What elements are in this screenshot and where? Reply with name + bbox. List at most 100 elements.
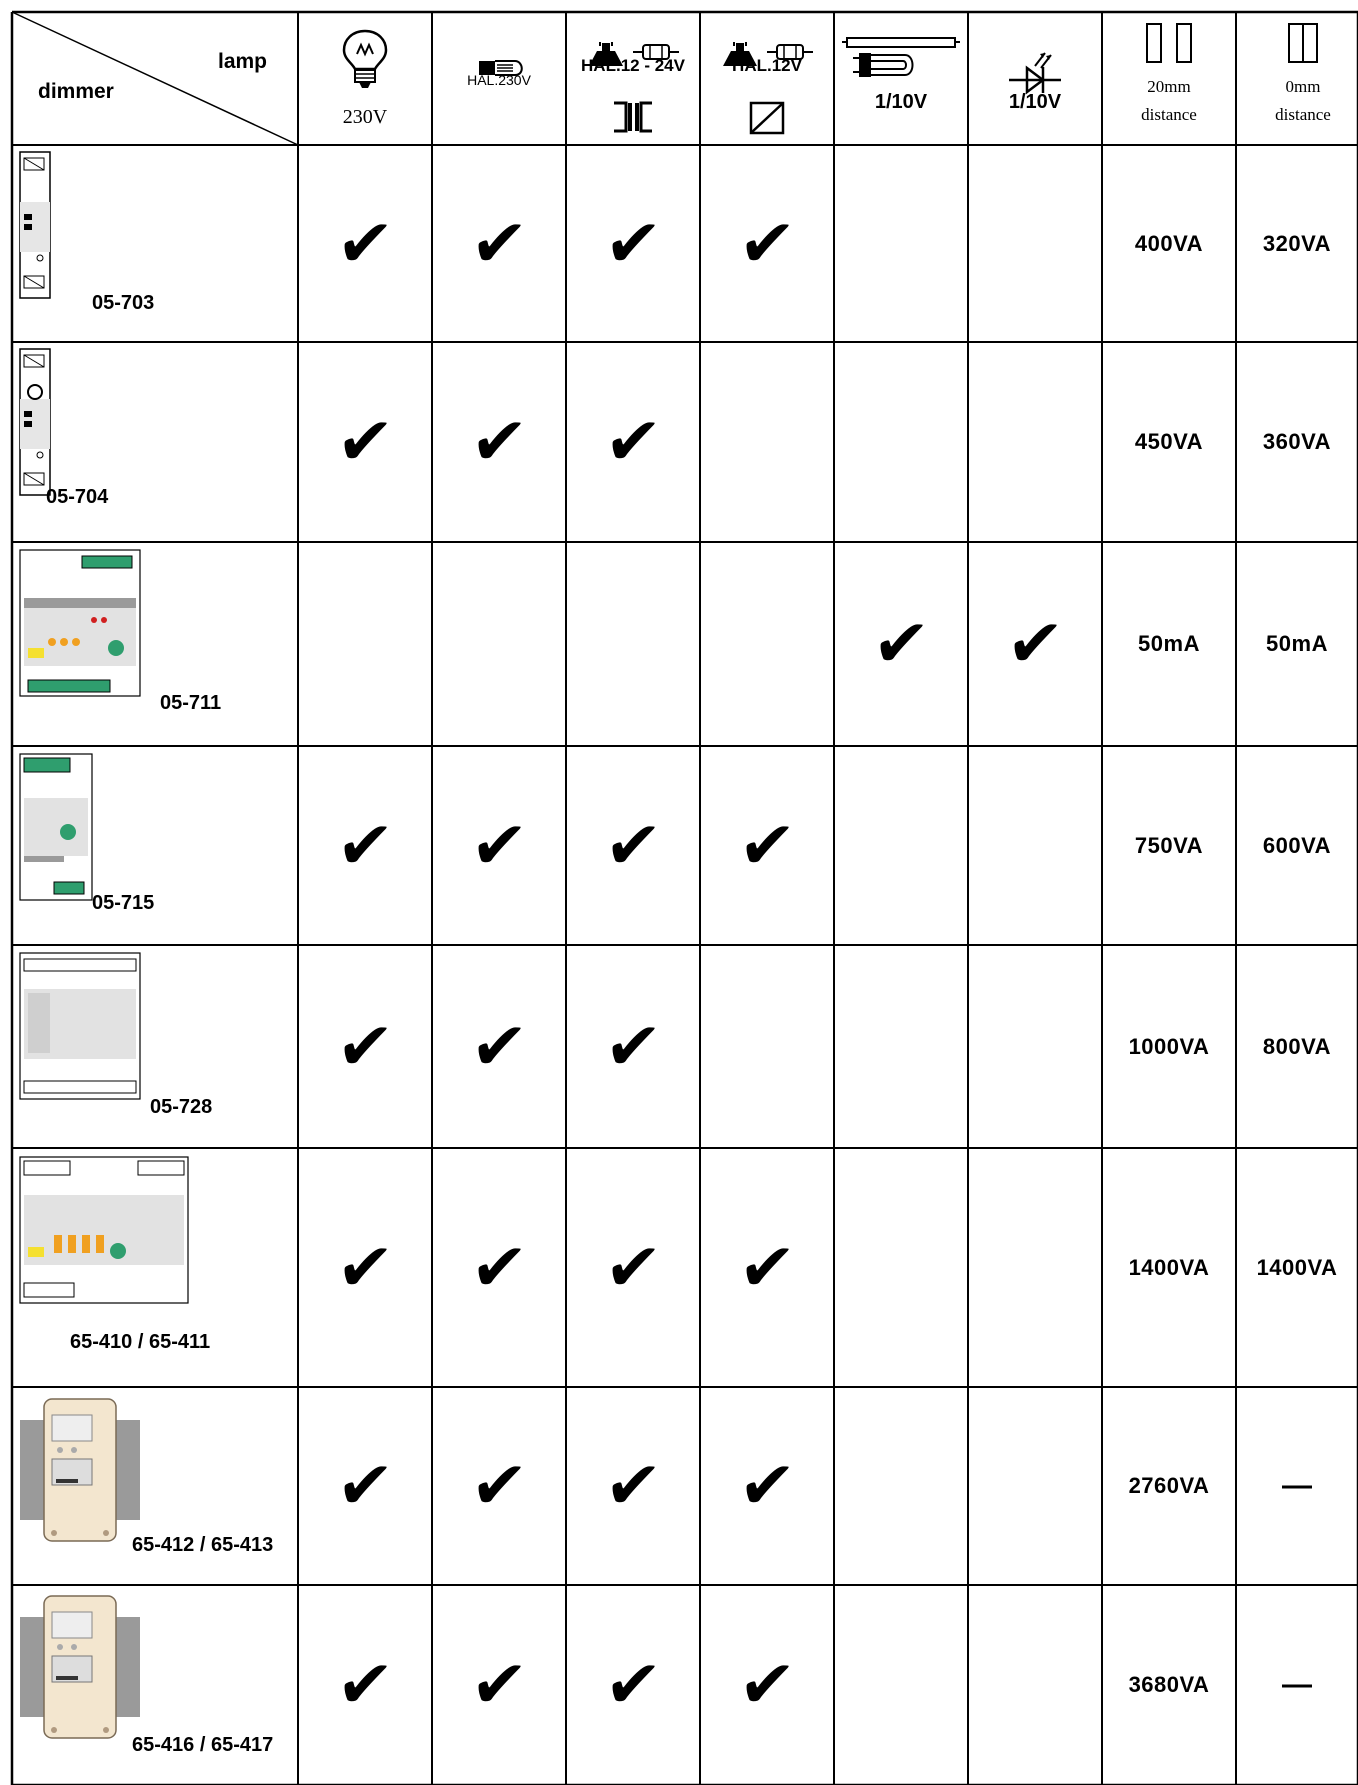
- check-mark-icon: ✔: [601, 1007, 665, 1085]
- model-number-label: 05-703: [92, 292, 155, 314]
- column-header-dist-0-line2: distance: [1275, 104, 1331, 124]
- compat-cell-incandescent: ✔: [298, 1148, 432, 1387]
- check-mark-icon: ✔: [467, 1646, 531, 1723]
- power-dimmer-heatsink-icon: [18, 1592, 142, 1747]
- compat-cell-halogen-12: ✔: [700, 1387, 834, 1585]
- check-mark-icon: ✔: [333, 1646, 397, 1723]
- check-mark-icon: ✔: [333, 204, 397, 282]
- compat-cell-halogen-12: ✔: [700, 746, 834, 945]
- check-mark-icon: ✔: [735, 1447, 799, 1524]
- compat-cell-fluorescent: [834, 145, 968, 342]
- check-mark-icon: ✔: [735, 204, 799, 282]
- rating-0mm: 320VA: [1236, 145, 1358, 342]
- rating-20mm: 50mA: [1102, 542, 1236, 746]
- electronic-transformer-icon: [748, 100, 786, 141]
- compat-cell-halogen-12-24: ✔: [566, 1387, 700, 1585]
- rating-value: —: [1282, 1469, 1312, 1502]
- column-header-dist-20-line1: 20mm: [1147, 76, 1191, 96]
- rating-20mm: 1000VA: [1102, 945, 1236, 1148]
- rating-value: 1400VA: [1256, 1254, 1338, 1280]
- model-number-label: 65-410 / 65-411: [70, 1331, 211, 1353]
- corner-diagonal: [11, 11, 299, 146]
- corner-lamp-label: lamp: [218, 50, 268, 73]
- check-mark-icon: ✔: [333, 1447, 397, 1524]
- rating-20mm: 750VA: [1102, 746, 1236, 945]
- compat-cell-led: [968, 342, 1102, 542]
- column-header-halogen-230-line1: HAL.230V: [467, 71, 531, 88]
- universal-dimmer-module-icon: [18, 752, 94, 907]
- rating-20mm: 3680VA: [1102, 1585, 1236, 1785]
- compat-cell-halogen-230: ✔: [432, 746, 566, 945]
- column-header-dist-20-line2: distance: [1141, 104, 1197, 124]
- dimmer-module-rotary-icon: [18, 347, 52, 502]
- check-mark-icon: ✔: [333, 1007, 397, 1085]
- check-mark-icon: ✔: [467, 806, 531, 884]
- dimmer-module-icon: [18, 150, 52, 305]
- check-mark-icon: ✔: [467, 204, 531, 282]
- column-header-halogen-12-24-line1: HAL.12 - 24V: [581, 55, 685, 75]
- compat-cell-halogen-12: ✔: [700, 145, 834, 342]
- check-mark-icon: ✔: [467, 1447, 531, 1524]
- rating-20mm: 450VA: [1102, 342, 1236, 542]
- compat-cell-incandescent: ✔: [298, 945, 432, 1148]
- check-mark-icon: ✔: [601, 1228, 665, 1306]
- rating-value: 600VA: [1262, 832, 1332, 858]
- compat-cell-halogen-230: ✔: [432, 1148, 566, 1387]
- rating-value: 1400VA: [1128, 1254, 1210, 1280]
- two-modules-adjacent-icon: [1283, 22, 1323, 69]
- compat-cell-incandescent: ✔: [298, 1585, 432, 1785]
- compat-cell-halogen-12: [700, 945, 834, 1148]
- compat-cell-incandescent: ✔: [298, 746, 432, 945]
- compat-cell-halogen-12: [700, 342, 834, 542]
- check-mark-icon: ✔: [735, 806, 799, 884]
- rating-20mm: 400VA: [1102, 145, 1236, 342]
- compat-cell-halogen-12-24: ✔: [566, 746, 700, 945]
- column-header-fluorescent-line1: 1/10V: [874, 91, 928, 113]
- compat-cell-incandescent: ✔: [298, 145, 432, 342]
- compat-cell-led: [968, 1148, 1102, 1387]
- column-header-halogen-12-line1: HAL.12V: [732, 55, 802, 75]
- compatibility-table: lamp dimmer 230V HAL.230V HAL.12 - 24V HAL.12…: [0, 0, 1358, 1785]
- compat-cell-led: [968, 1387, 1102, 1585]
- compat-cell-halogen-12-24: ✔: [566, 342, 700, 542]
- compat-cell-fluorescent: [834, 342, 968, 542]
- check-mark-icon: ✔: [601, 1646, 665, 1723]
- model-number-label: 65-416 / 65-417: [132, 1734, 274, 1756]
- check-mark-icon: ✔: [1003, 605, 1067, 682]
- check-mark-icon: ✔: [601, 1447, 665, 1524]
- compat-cell-halogen-230: ✔: [432, 342, 566, 542]
- column-header-led-line1: 1/10V: [1008, 91, 1062, 113]
- corner-dimmer-label: dimmer: [38, 80, 114, 103]
- check-mark-icon: ✔: [333, 1228, 397, 1306]
- model-number-label: 65-412 / 65-413: [132, 1534, 274, 1556]
- compat-cell-halogen-230: [432, 542, 566, 746]
- compat-cell-halogen-12: ✔: [700, 1148, 834, 1387]
- two-modules-spaced-icon: [1139, 22, 1199, 69]
- rating-value: —: [1282, 1668, 1312, 1701]
- dimmer-controller-1-10v-icon: [18, 548, 142, 703]
- check-mark-icon: ✔: [601, 806, 665, 884]
- check-mark-icon: ✔: [467, 403, 531, 480]
- check-mark-icon: ✔: [601, 403, 665, 480]
- compat-cell-led: [968, 945, 1102, 1148]
- compat-cell-halogen-12: ✔: [700, 1585, 834, 1785]
- rating-value: 1000VA: [1128, 1033, 1210, 1059]
- compat-cell-halogen-12-24: ✔: [566, 1585, 700, 1785]
- rating-value: 400VA: [1134, 230, 1204, 256]
- compat-cell-incandescent: [298, 542, 432, 746]
- model-number-label: 05-728: [150, 1096, 213, 1118]
- compat-cell-fluorescent: [834, 1387, 968, 1585]
- rating-0mm: —: [1236, 1585, 1358, 1785]
- compat-cell-halogen-12-24: ✔: [566, 1148, 700, 1387]
- rating-value: 3680VA: [1128, 1672, 1210, 1697]
- rating-value: 50mA: [1138, 631, 1200, 656]
- incandescent-bulb-icon: [340, 28, 390, 95]
- check-mark-icon: ✔: [869, 605, 933, 682]
- rating-value: 320VA: [1262, 230, 1332, 256]
- compat-cell-halogen-230: ✔: [432, 945, 566, 1148]
- rating-0mm: 360VA: [1236, 342, 1358, 542]
- check-mark-icon: ✔: [467, 1228, 531, 1306]
- check-mark-icon: ✔: [735, 1646, 799, 1723]
- dimmer-module-wide-icon: [18, 951, 142, 1106]
- check-mark-icon: ✔: [601, 204, 665, 282]
